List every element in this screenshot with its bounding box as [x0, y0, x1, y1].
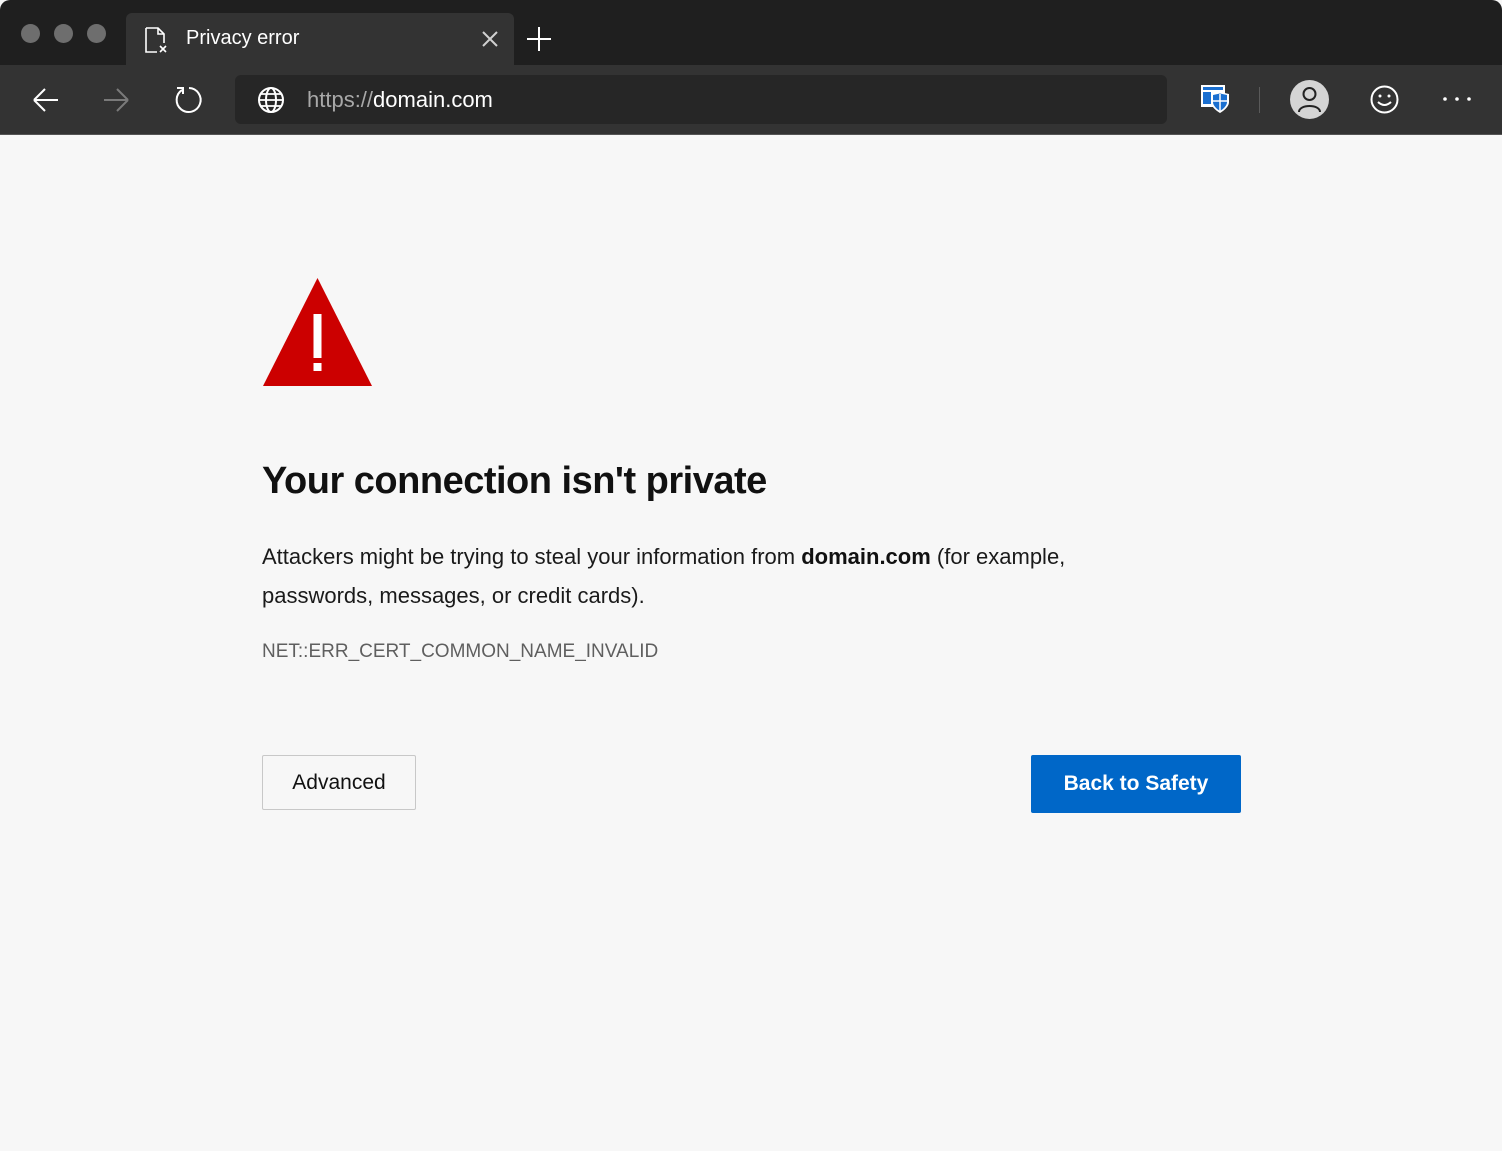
globe-icon[interactable] [257, 86, 285, 114]
title-bar: Privacy error [0, 0, 1502, 65]
window-close-button[interactable] [21, 24, 40, 43]
tab-privacy-error[interactable]: Privacy error [126, 13, 514, 65]
url-text[interactable]: https://domain.com [307, 87, 493, 113]
plus-icon[interactable] [525, 25, 553, 53]
url-host: domain.com [373, 87, 493, 112]
window-minimize-button[interactable] [54, 24, 73, 43]
url-scheme: https:// [307, 87, 374, 112]
toolbar: https://domain.com [0, 65, 1502, 135]
tab-title: Privacy error [186, 27, 300, 49]
advanced-button[interactable]: Advanced [262, 755, 416, 810]
message-text-start: Attackers might be trying to steal your … [262, 544, 802, 569]
window-zoom-button[interactable] [87, 24, 106, 43]
more-horizontal-icon[interactable] [1440, 89, 1474, 109]
page-title: Your connection isn't private [262, 460, 767, 502]
address-bar[interactable]: https://domain.com [235, 75, 1167, 124]
person-icon [1298, 87, 1321, 113]
toolbar-divider [1259, 87, 1260, 113]
error-code: NET::ERR_CERT_COMMON_NAME_INVALID [262, 641, 659, 662]
arrow-right-icon[interactable] [100, 84, 132, 116]
warning-triangle-icon [263, 278, 372, 386]
close-icon[interactable] [480, 29, 500, 49]
smiley-icon[interactable] [1368, 83, 1401, 116]
back-to-safety-button[interactable]: Back to Safety [1031, 755, 1241, 813]
arrow-left-icon[interactable] [30, 84, 62, 116]
warning-message: Attackers might be trying to steal your … [262, 537, 1162, 615]
reload-icon[interactable] [172, 83, 206, 117]
profile-button[interactable] [1290, 80, 1329, 119]
message-domain: domain.com [801, 544, 931, 569]
broken-page-icon [145, 27, 167, 53]
page-content: Your connection isn't private Attackers … [0, 135, 1502, 1151]
shield-browser-icon[interactable] [1198, 82, 1230, 116]
browser-window: Privacy error https://domain.com Your co… [0, 0, 1502, 1151]
